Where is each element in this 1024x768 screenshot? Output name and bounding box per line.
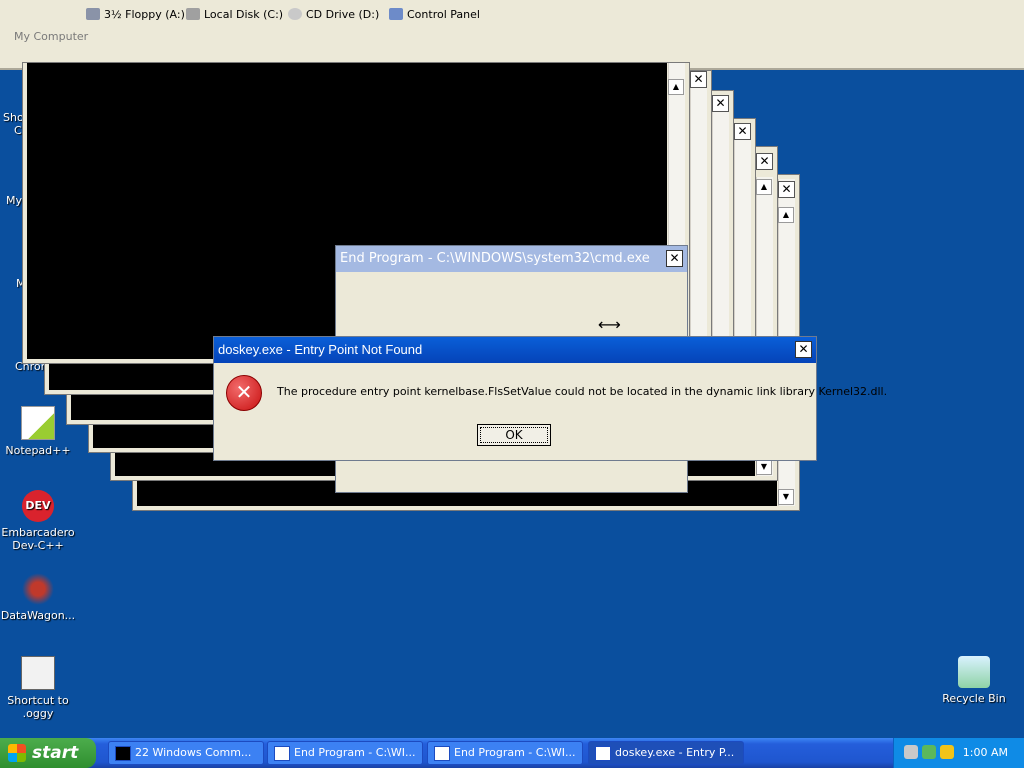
notepadpp-icon	[21, 406, 55, 440]
scroll-down-icon[interactable]: ▼	[756, 459, 772, 475]
desktop-icon-notepadpp[interactable]: Notepad++	[0, 406, 76, 457]
window-icon	[434, 746, 450, 761]
desktop-icon-label: Shortcut to .oggy	[7, 694, 69, 720]
start-button[interactable]: start	[0, 738, 96, 768]
scroll-up-icon[interactable]: ▲	[668, 79, 684, 95]
scroll-up-icon[interactable]: ▲	[756, 179, 772, 195]
desktop-icon-label: DataWagon...	[0, 609, 76, 622]
desktop-label-partial: Sho	[3, 111, 24, 124]
control-panel-link[interactable]: Control Panel	[389, 6, 480, 22]
taskbar-button-label: doskey.exe - Entry P...	[615, 746, 735, 759]
taskbar-button-end-program[interactable]: End Program - C:\WI...	[427, 741, 583, 765]
desktop-icon-label: Notepad++	[5, 444, 71, 457]
taskbar-button-end-program[interactable]: End Program - C:\WI...	[267, 741, 423, 765]
hard-disk-icon	[186, 8, 200, 20]
taskbar-button-doskey-error[interactable]: doskey.exe - Entry P...	[588, 741, 744, 765]
local-disk-link[interactable]: Local Disk (C:)	[186, 6, 283, 22]
desktop-icon-label: Recycle Bin	[942, 692, 1006, 705]
desktop: 3½ Floppy (A:) Local Disk (C:) CD Drive …	[0, 0, 1024, 738]
shortcut-icon	[21, 656, 55, 690]
dialog-titlebar[interactable]: doskey.exe - Entry Point Not Found ✕	[214, 337, 816, 363]
windows-logo-icon	[8, 744, 26, 762]
close-icon[interactable]: ✕	[712, 95, 729, 112]
tray-security-shield-icon[interactable]	[940, 745, 954, 759]
close-icon[interactable]: ✕	[795, 341, 812, 358]
taskbar-button-label: End Program - C:\WI...	[294, 746, 416, 759]
cmd-icon	[115, 746, 131, 761]
datawagon-icon	[22, 573, 54, 605]
error-message: The procedure entry point kernelbase.Fls…	[277, 385, 888, 398]
close-icon[interactable]: ✕	[690, 71, 707, 88]
my-computer-toolbar: 3½ Floppy (A:) Local Disk (C:) CD Drive …	[0, 0, 1024, 70]
scroll-down-icon[interactable]: ▼	[778, 489, 794, 505]
desktop-icon-label: Embarcadero Dev-C++	[1, 526, 75, 552]
recycle-bin-icon	[958, 656, 990, 688]
desktop-label-partial: My	[6, 194, 23, 207]
floppy-drive-link[interactable]: 3½ Floppy (A:)	[86, 6, 185, 22]
resize-cursor-icon: ⟷	[598, 315, 621, 334]
start-label: start	[32, 743, 79, 763]
cd-drive-link[interactable]: CD Drive (D:)	[288, 6, 379, 22]
scroll-up-icon[interactable]: ▲	[778, 207, 794, 223]
dialog-titlebar[interactable]: End Program - C:\WINDOWS\system32\cmd.ex…	[336, 246, 687, 272]
close-icon[interactable]: ✕	[756, 153, 773, 170]
desktop-icon-recycle-bin[interactable]: Recycle Bin	[936, 656, 1012, 705]
desktop-icon-oggy-shortcut[interactable]: Shortcut to .oggy	[0, 656, 76, 720]
dialog-title: doskey.exe - Entry Point Not Found	[218, 342, 423, 357]
ok-button[interactable]: OK	[477, 424, 551, 446]
desktop-label-partial: C	[14, 124, 22, 137]
taskbar-button-label: 22 Windows Comm...	[135, 746, 252, 759]
dialog-title: End Program - C:\WINDOWS\system32\cmd.ex…	[340, 251, 650, 266]
drive-label: Local Disk (C:)	[204, 7, 284, 21]
drive-label: Control Panel	[407, 7, 480, 21]
cd-drive-icon	[288, 8, 302, 20]
clock[interactable]: 1:00 AM	[963, 746, 1008, 759]
taskbar-button-windows-command[interactable]: 22 Windows Comm...	[108, 741, 264, 765]
control-panel-icon	[389, 8, 403, 20]
error-dialog[interactable]: doskey.exe - Entry Point Not Found ✕ ✕ T…	[213, 336, 887, 461]
drive-label: 3½ Floppy (A:)	[104, 7, 185, 21]
desktop-icon-devcpp[interactable]: DEV Embarcadero Dev-C++	[0, 490, 76, 552]
devcpp-icon: DEV	[22, 490, 54, 522]
system-tray: 1:00 AM	[893, 738, 1024, 768]
floppy-icon	[86, 8, 100, 20]
window-icon	[274, 746, 290, 761]
close-icon[interactable]: ✕	[778, 181, 795, 198]
taskbar: start 22 Windows Comm... End Program - C…	[0, 738, 1024, 768]
toolbar-title: My Computer	[14, 30, 89, 43]
close-icon[interactable]: ✕	[666, 250, 683, 267]
close-icon[interactable]: ✕	[734, 123, 751, 140]
tray-disc-icon[interactable]	[904, 745, 918, 759]
error-icon: ✕	[226, 375, 262, 411]
drive-label: CD Drive (D:)	[306, 7, 380, 21]
taskbar-button-label: End Program - C:\WI...	[454, 746, 576, 759]
desktop-icon-datawagon[interactable]: DataWagon...	[0, 573, 76, 622]
tray-network-icon[interactable]	[922, 745, 936, 759]
window-icon	[595, 746, 611, 761]
